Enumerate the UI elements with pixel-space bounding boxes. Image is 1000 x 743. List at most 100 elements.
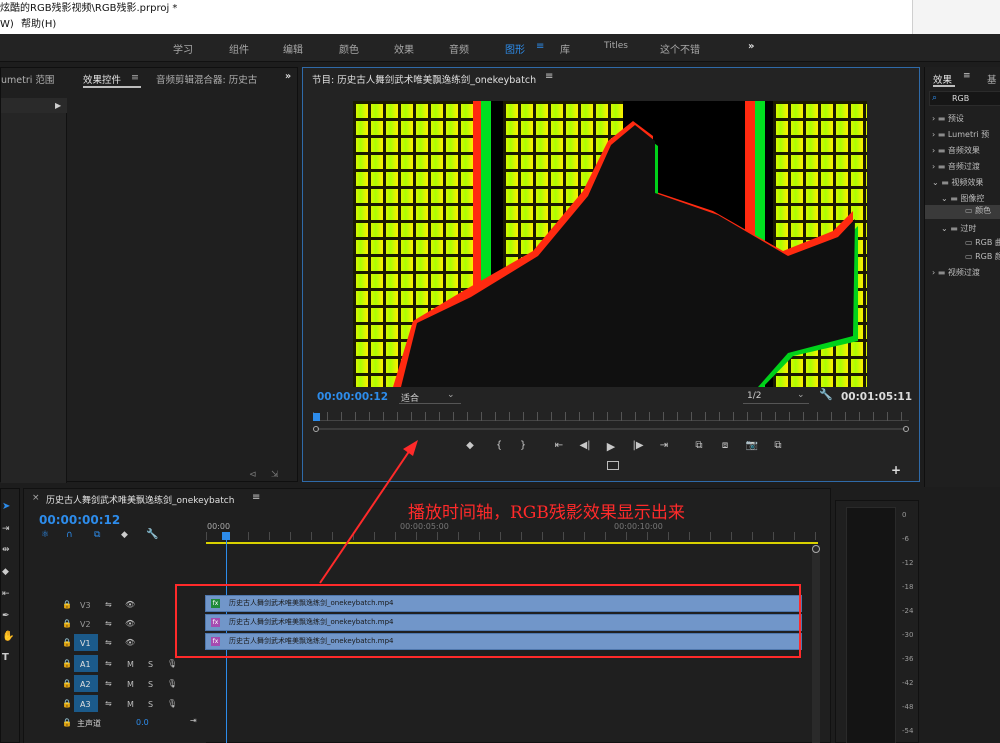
effects-item-audio-effects[interactable]: › ▬ 音频效果 xyxy=(925,145,980,157)
microphone-icon[interactable]: 🎙 xyxy=(167,679,177,688)
program-playhead[interactable] xyxy=(313,413,320,421)
button-editor-plus-icon[interactable]: + xyxy=(891,463,901,477)
lock-icon[interactable]: 🔒 xyxy=(62,679,72,688)
comparison-view-icon[interactable]: ⧉ xyxy=(771,440,785,451)
step-forward-icon[interactable]: |▶ xyxy=(631,440,645,451)
track-select-tool-icon[interactable]: ⇥ xyxy=(2,524,10,534)
clip-v3[interactable]: fx 历史古人舞剑武术唯美飘逸练剑_onekeybatch.mp4 xyxy=(205,595,802,612)
effects-search-input[interactable]: ⌕ RGB xyxy=(929,91,1000,106)
track-label-a1[interactable]: A1 xyxy=(80,660,91,669)
effects-item-rgb-curves[interactable]: ▭ RGB 曲 xyxy=(925,237,1000,249)
workspace-titles[interactable]: Titles xyxy=(604,41,628,51)
sync-lock-icon[interactable]: ⇋ xyxy=(105,659,112,668)
time-ruler[interactable] xyxy=(206,532,818,540)
timeline-menu-icon[interactable]: ≡ xyxy=(252,492,260,503)
sync-lock-icon[interactable]: ⇋ xyxy=(105,679,112,688)
mute-button[interactable]: M xyxy=(127,700,134,709)
close-icon[interactable]: × xyxy=(32,493,40,503)
program-monitor-menu-icon[interactable]: ≡ xyxy=(545,71,553,82)
ripple-edit-tool-icon[interactable]: ⇹ xyxy=(2,545,10,555)
timeline-timecode[interactable]: 00:00:00:12 xyxy=(39,513,120,527)
timeline-vscroll[interactable] xyxy=(812,545,820,743)
play-only-icon[interactable]: ▶ xyxy=(55,101,61,110)
sync-lock-icon[interactable]: ⇋ xyxy=(105,699,112,708)
effects-menu-icon[interactable]: ≡ xyxy=(963,71,971,81)
play-icon[interactable]: ▶ xyxy=(604,440,618,453)
microphone-icon[interactable]: 🎙 xyxy=(167,659,177,668)
add-marker-icon[interactable]: ◆ xyxy=(121,530,128,540)
snap-icon[interactable]: ∩ xyxy=(66,530,73,540)
track-label-v3[interactable]: V3 xyxy=(80,601,91,610)
workspace-editing[interactable]: 编辑 xyxy=(283,41,303,56)
step-back-icon[interactable]: ◀| xyxy=(578,440,592,451)
workspace-color[interactable]: 颜色 xyxy=(339,41,359,56)
workspace-assembly[interactable]: 组件 xyxy=(229,41,249,56)
nest-icon[interactable]: ⚛ xyxy=(41,530,49,540)
eye-icon[interactable]: 👁 xyxy=(125,600,135,609)
effects-item-video-effects[interactable]: ⌄ ▬ 视频效果 xyxy=(925,177,983,189)
lock-icon[interactable]: 🔒 xyxy=(62,600,72,609)
workspace-overflow-icon[interactable]: » xyxy=(748,41,754,52)
mute-button[interactable]: M xyxy=(127,680,134,689)
pen-tool-icon[interactable]: ✒ xyxy=(2,611,10,621)
workspace-graphics[interactable]: 图形 xyxy=(505,41,525,56)
menu-item-window[interactable]: W) xyxy=(0,17,14,33)
go-to-end-icon[interactable]: ⇥ xyxy=(190,716,197,725)
effects-item-obsolete[interactable]: ⌄ ▬ 过时 xyxy=(925,223,976,235)
wrench-icon[interactable]: 🔧 xyxy=(819,388,833,401)
selection-tool-icon[interactable]: ➤ xyxy=(2,501,10,512)
type-tool-icon[interactable]: T xyxy=(2,652,9,663)
razor-tool-icon[interactable]: ◆ xyxy=(2,567,9,577)
track-label-v1[interactable]: V1 xyxy=(80,639,91,648)
effects-item-image-control[interactable]: ⌄ ▬ 图像控 xyxy=(925,193,984,205)
track-label-a3[interactable]: A3 xyxy=(80,700,91,709)
left-panel-overflow-icon[interactable]: » xyxy=(285,71,291,82)
program-monitor-title[interactable]: 节目: 历史古人舞剑武术唯美飘逸练剑_onekeybatch xyxy=(312,72,536,86)
effects-item-color-selected[interactable]: ▭ 颜色 xyxy=(925,205,1000,219)
program-ruler[interactable] xyxy=(313,412,909,424)
program-timecode[interactable]: 00:00:00:12 xyxy=(317,391,388,403)
lock-icon[interactable]: 🔒 xyxy=(62,699,72,708)
workspace-effects[interactable]: 效果 xyxy=(394,41,414,56)
export-icon[interactable]: ⇲ xyxy=(271,470,279,480)
mark-in-icon[interactable]: { xyxy=(492,440,506,451)
track-label-v2[interactable]: V2 xyxy=(80,620,91,629)
hand-tool-icon[interactable]: ✋ xyxy=(2,631,14,642)
effects-item-lumetri[interactable]: › ▬ Lumetri 预 xyxy=(925,129,989,141)
menu-item-help[interactable]: 帮助(H) xyxy=(21,17,56,33)
effect-controls-menu-icon[interactable]: ≡ xyxy=(131,72,139,83)
sync-lock-icon[interactable]: ⇋ xyxy=(105,638,112,647)
tab-audio-clip-mixer[interactable]: 音频剪辑混合器: 历史古 xyxy=(156,72,257,86)
track-label-a2[interactable]: A2 xyxy=(80,680,91,689)
lock-icon[interactable]: 🔒 xyxy=(62,638,72,647)
workspace-custom[interactable]: 这个不错 xyxy=(660,41,700,56)
effects-item-video-transitions[interactable]: › ▬ 视频过渡 xyxy=(925,267,980,279)
fit-select[interactable]: 适合 ⌄ xyxy=(399,389,461,404)
microphone-icon[interactable]: 🎙 xyxy=(167,699,177,708)
eye-icon[interactable]: 👁 xyxy=(125,638,135,647)
lock-icon[interactable]: 🔒 xyxy=(62,619,72,628)
timeline-tab[interactable]: 历史古人舞剑武术唯美飘逸练剑_onekeybatch xyxy=(46,493,234,506)
effects-item-presets[interactable]: › ▬ 预设 xyxy=(925,113,964,125)
clip-v2[interactable]: fx 历史古人舞剑武术唯美飘逸练剑_onekeybatch.mp4 xyxy=(205,614,802,631)
tab-essential[interactable]: 基 xyxy=(987,72,997,86)
zoom-handle-right[interactable] xyxy=(903,426,909,432)
extract-icon[interactable]: ⧈ xyxy=(718,440,732,451)
effects-item-rgb-color[interactable]: ▭ RGB 颜 xyxy=(925,251,1000,263)
workspace-libraries[interactable]: 库 xyxy=(560,41,570,56)
zoom-scrollbar[interactable] xyxy=(313,426,909,432)
workspace-menu-icon[interactable]: ≡ xyxy=(536,41,544,52)
go-to-out-icon[interactable]: ⇥ xyxy=(657,440,671,451)
tab-lumetri-scopes[interactable]: umetri 范围 xyxy=(1,72,54,86)
safe-margins-icon[interactable] xyxy=(607,461,619,470)
tab-effect-controls[interactable]: 效果控件 xyxy=(83,72,121,86)
filter-icon[interactable]: ⊲ xyxy=(249,470,257,480)
wrench-icon[interactable]: 🔧 xyxy=(146,529,158,540)
sync-lock-icon[interactable]: ⇋ xyxy=(105,619,112,628)
timeline-playhead[interactable] xyxy=(222,532,230,540)
linked-selection-icon[interactable]: ⧉ xyxy=(94,530,100,540)
solo-button[interactable]: S xyxy=(148,700,153,709)
solo-button[interactable]: S xyxy=(148,680,153,689)
effects-item-audio-transitions[interactable]: › ▬ 音频过渡 xyxy=(925,161,980,173)
zoom-handle-left[interactable] xyxy=(313,426,319,432)
